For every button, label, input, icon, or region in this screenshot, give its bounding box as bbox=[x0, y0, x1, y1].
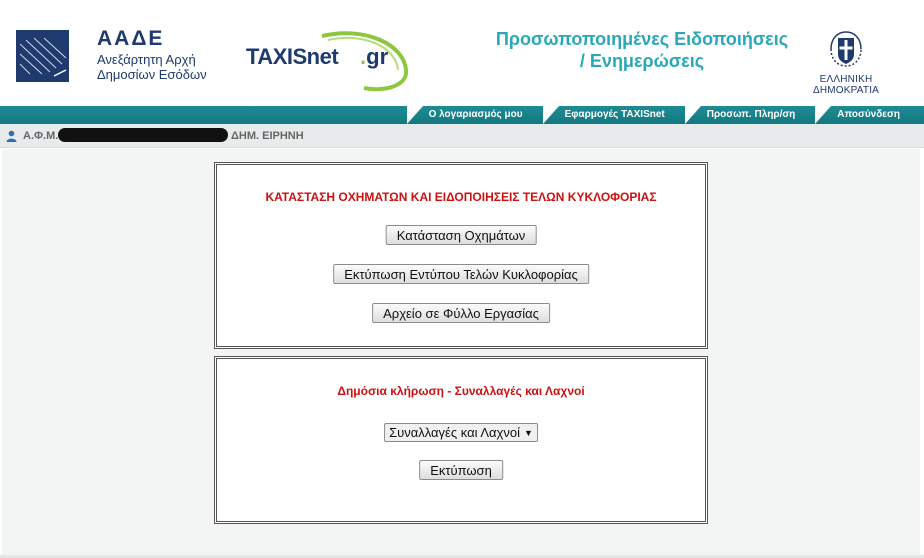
user-name: ΔΗΜ. ΕΙΡΗΝΗ bbox=[231, 130, 304, 142]
nav-item-label: Ο λογαριασμός μου bbox=[428, 109, 523, 120]
page-header: ΑΑΔΕ Ανεξάρτητη Αρχή Δημοσίων Εσόδων TAX… bbox=[0, 0, 924, 106]
transactions-select-value: Συναλλαγές και Λαχνοί bbox=[389, 425, 521, 440]
nav-item-logout[interactable]: Αποσύνδεση bbox=[815, 106, 920, 124]
taxisnet-brand: TAXISnet bbox=[246, 44, 339, 69]
nav-item-my-account[interactable]: Ο λογαριασμός μου bbox=[406, 106, 543, 124]
user-info-bar: Α.Φ.Μ. ΔΗΜ. ΕΙΡΗΝΗ bbox=[0, 124, 924, 148]
lottery-panel-title: Δημόσια κλήρωση - Συναλλαγές και Λαχνοί bbox=[337, 384, 585, 398]
greek-coat-of-arms-icon bbox=[830, 31, 862, 67]
print-circulation-fees-button[interactable]: Εκτύπωση Εντύπου Τελών Κυκλοφορίας bbox=[333, 264, 589, 284]
notifications-title: Προσωποποιημένες Ειδοποιήσεις / Ενημερώσ… bbox=[492, 28, 792, 72]
main-content: ΚΑΤΑΣΤΑΣΗ ΟΧΗΜΑΤΩΝ ΚΑΙ ΕΙΔΟΠΟΙΗΣΕΙΣ ΤΕΛΩ… bbox=[2, 149, 920, 555]
aade-logo-text: ΑΑΔΕ Ανεξάρτητη Αρχή Δημοσίων Εσόδων bbox=[97, 26, 207, 82]
hellenic-republic-logo: ΕΛΛΗΝΙΚΗ ΔΗΜΟΚΡΑΤΙΑ bbox=[790, 28, 902, 96]
hellenic-republic-label: ΕΛΛΗΝΙΚΗ ΔΗΜΟΚΡΑΤΙΑ bbox=[812, 74, 880, 96]
notifications-title-line1: Προσωποποιημένες Ειδοποιήσεις bbox=[495, 29, 789, 49]
vehicles-panel-title: ΚΑΤΑΣΤΑΣΗ ΟΧΗΜΑΤΩΝ ΚΑΙ ΕΙΔΟΠΟΙΗΣΕΙΣ ΤΕΛΩ… bbox=[265, 190, 657, 204]
transactions-select[interactable]: Συναλλαγές και Λαχνοί ▼ bbox=[384, 423, 538, 442]
nav-item-taxisnet-apps[interactable]: Εφαρμογές TAXISnet bbox=[542, 106, 685, 124]
top-navbar: Ο λογαριασμός μου Εφαρμογές TAXISnet Προ… bbox=[0, 106, 924, 124]
nav-menu: Ο λογαριασμός μου Εφαρμογές TAXISnet Προ… bbox=[406, 106, 920, 124]
lottery-panel: Δημόσια κλήρωση - Συναλλαγές και Λαχνοί … bbox=[214, 356, 708, 524]
export-spreadsheet-button[interactable]: Αρχείο σε Φύλλο Εργασίας bbox=[372, 303, 550, 323]
dropdown-arrow-icon: ▼ bbox=[524, 427, 533, 438]
aade-line2: Δημοσίων Εσόδων bbox=[97, 67, 207, 82]
aade-emblem-icon bbox=[16, 30, 69, 82]
nav-item-label: Εφαρμογές TAXISnet bbox=[564, 109, 665, 120]
taxisnet-tld: .gr bbox=[360, 44, 389, 69]
taxisnet-logo[interactable]: TAXISnet .gr bbox=[244, 30, 414, 92]
vehicle-status-button[interactable]: Κατάσταση Οχημάτων bbox=[385, 225, 537, 245]
aade-abbr: ΑΑΔΕ bbox=[97, 27, 165, 50]
nav-item-personal-info[interactable]: Προσωπ. Πληρ/ση bbox=[684, 106, 816, 124]
lottery-print-button[interactable]: Εκτύπωση bbox=[419, 460, 503, 480]
nav-item-label: Προσωπ. Πληρ/ση bbox=[706, 109, 796, 120]
nav-item-label: Αποσύνδεση bbox=[837, 109, 900, 120]
afm-label: Α.Φ.Μ. bbox=[23, 130, 59, 142]
user-icon bbox=[6, 130, 17, 142]
afm-redacted-value bbox=[58, 128, 228, 142]
aade-line1: Ανεξάρτητη Αρχή bbox=[97, 52, 196, 67]
notifications-title-line2: / Ενημερώσεις bbox=[579, 51, 705, 71]
vehicles-panel: ΚΑΤΑΣΤΑΣΗ ΟΧΗΜΑΤΩΝ ΚΑΙ ΕΙΔΟΠΟΙΗΣΕΙΣ ΤΕΛΩ… bbox=[214, 162, 708, 349]
